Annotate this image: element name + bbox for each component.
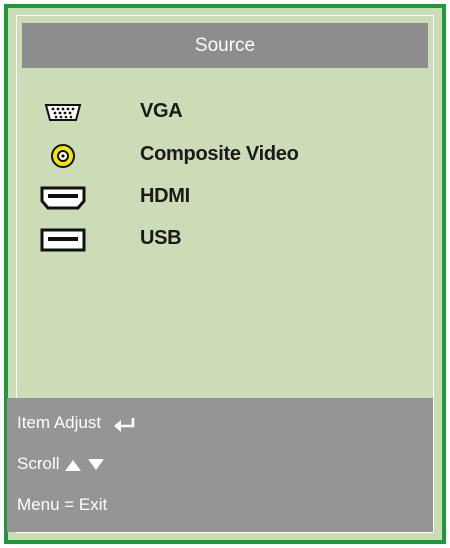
enter-icon <box>113 417 135 432</box>
help-panel: Item Adjust Scroll Menu = Exit <box>7 398 433 532</box>
help-item-adjust-label: Item Adjust <box>17 413 102 432</box>
source-item-composite-video[interactable]: Composite Video <box>0 137 430 175</box>
hdmi-port-icon <box>40 186 86 210</box>
source-item-hdmi[interactable]: HDMI <box>0 179 430 217</box>
source-label-vga: VGA <box>140 100 183 122</box>
source-label-hdmi: HDMI <box>140 185 190 207</box>
source-label-composite-video: Composite Video <box>140 143 299 165</box>
source-item-usb[interactable]: USB <box>0 221 430 259</box>
up-arrow-icon <box>65 459 82 471</box>
help-scroll: Scroll <box>17 454 105 474</box>
help-item-adjust: Item Adjust <box>17 413 138 433</box>
source-label-usb: USB <box>140 227 182 249</box>
help-exit: Menu = Exit <box>17 495 108 514</box>
usb-port-icon <box>40 228 86 252</box>
menu-title: Source <box>22 23 428 68</box>
source-item-vga[interactable]: VGA <box>0 94 430 132</box>
help-scroll-label: Scroll <box>17 454 60 473</box>
down-arrow-icon <box>87 458 104 470</box>
vga-port-icon <box>44 104 82 121</box>
rca-jack-icon <box>51 144 75 168</box>
